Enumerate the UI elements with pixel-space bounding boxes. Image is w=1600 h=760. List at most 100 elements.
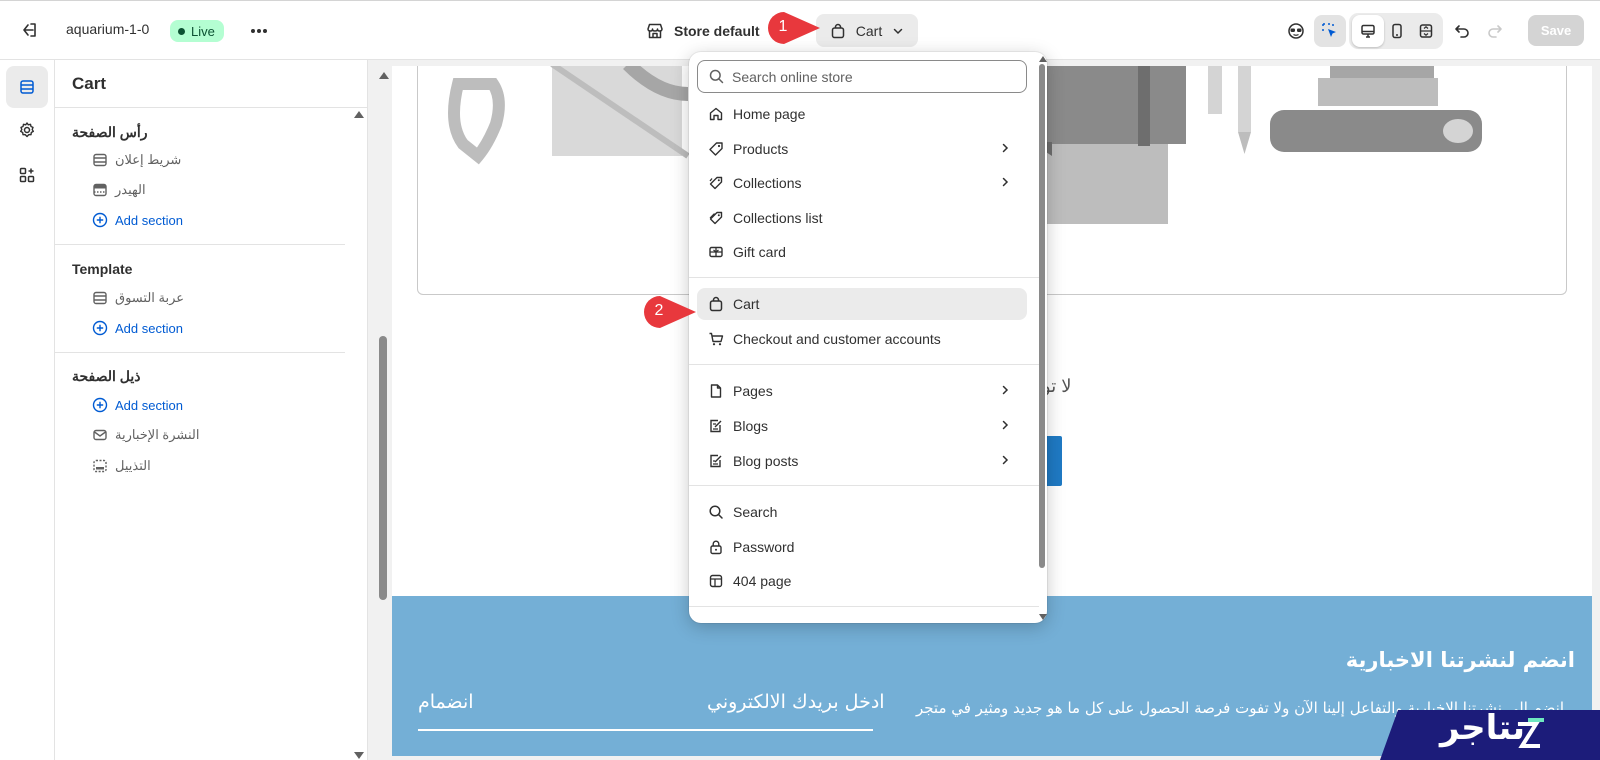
cart-bag-icon [708,296,724,312]
menu-item-label: 404 page [733,573,792,589]
menu-item-checkout[interactable]: Checkout and customer accounts [697,323,1027,355]
menu-item-label: Home page [733,106,806,122]
sections-nav-button[interactable] [6,66,48,108]
menu-divider [689,485,1039,486]
brand-wordmark: نتاجر [1440,708,1526,748]
preview-scrollbar-thumb[interactable] [379,336,387,600]
dropdown-scrollbar-thumb[interactable] [1039,64,1045,568]
blog-icon [708,418,724,434]
menu-item-home-page[interactable]: Home page [697,98,1027,130]
fullscreen-view-button[interactable] [1410,15,1442,47]
add-section-button-footer[interactable]: Add section [92,397,183,413]
sections-icon [18,78,36,96]
expand-icon [1418,23,1434,39]
newsletter-input-underline [418,729,873,731]
save-button[interactable]: Save [1528,15,1584,46]
section-icon [92,290,108,306]
section-item-footer[interactable]: التذييل [92,458,151,474]
menu-item-label: Blogs [733,418,769,434]
add-section-button-template[interactable]: Add section [92,320,183,336]
chevron-right-icon [999,384,1011,396]
undo-button[interactable] [1446,15,1478,47]
redo-icon [1487,23,1503,39]
collection-list-icon [708,210,724,226]
accessibility-preview-button[interactable] [1280,15,1312,47]
blog-post-icon [708,453,724,469]
menu-item-search[interactable]: Search [697,496,1027,528]
group-title-header[interactable]: رأس الصفحة [72,124,148,141]
desktop-view-button[interactable] [1352,15,1384,47]
group-title-template[interactable]: Template [72,261,132,277]
mobile-view-button[interactable] [1381,15,1413,47]
section-item-header[interactable]: الهيدر [92,182,146,198]
more-actions-button[interactable] [244,16,274,46]
live-status-badge: Live [170,20,224,42]
theme-settings-nav-button[interactable] [6,109,48,151]
cursor-select-icon [1321,22,1339,40]
menu-item-label: Products [733,141,789,157]
menu-item-password[interactable]: Password [697,531,1027,563]
section-item-announcement-bar[interactable]: شريط إعلان [92,152,181,168]
editor-nav-rail [0,60,55,760]
theme-selector[interactable]: Store default [646,17,760,45]
inspector-select-button[interactable] [1314,15,1346,47]
menu-item-cart[interactable]: Cart [697,288,1027,320]
panel-scroll-up-arrow[interactable] [354,111,364,118]
collection-icon [708,175,724,191]
search-placeholder: Search online store [732,68,853,85]
gift-card-icon [708,244,724,260]
add-section-label: Add section [115,397,183,413]
footer-icon [92,458,108,474]
divider [55,244,345,245]
menu-item-blog-posts[interactable]: Blog posts [697,445,1027,477]
menu-item-collections[interactable]: Collections [697,167,1027,199]
newsletter-email-field[interactable]: ادخل بريدك الالكتروني [707,691,885,713]
menu-item-label: Search [733,504,778,520]
apps-icon [18,166,36,184]
redo-button[interactable] [1479,15,1511,47]
checkout-cart-icon [708,331,724,347]
step-marker-2-label: 2 [654,302,664,319]
newsletter-join-button[interactable]: انضمام [418,691,474,713]
tag-icon [708,141,724,157]
add-section-button-header[interactable]: Add section [92,212,183,228]
group-title-footer[interactable]: ذيل الصفحة [72,368,141,385]
gear-icon [18,121,36,139]
section-label: شريط إعلان [115,152,182,167]
menu-item-products[interactable]: Products [697,133,1027,165]
panel-scroll-down-arrow[interactable] [354,752,364,759]
menu-item-gift-card[interactable]: Gift card [697,236,1027,268]
section-item-newsletter[interactable]: النشرة الإخبارية [92,427,200,443]
section-label: عربة التسوق [115,290,185,305]
page-404-icon [708,573,724,589]
dropdown-scroll-down-arrow[interactable] [1039,614,1047,620]
dropdown-scroll-up-arrow[interactable] [1039,56,1047,62]
menu-divider [689,364,1039,365]
menu-item-label: Collections list [733,210,823,226]
glasses-face-icon [1287,22,1305,40]
section-label: النشرة الإخبارية [115,427,200,442]
more-dots-icon [250,28,268,34]
exit-editor-button[interactable] [14,15,44,45]
menu-item-label: Checkout and customer accounts [733,331,941,347]
menu-item-blogs[interactable]: Blogs [697,410,1027,442]
newsletter-heading: انضم لنشرتنا الاخبارية [1345,648,1575,672]
preview-scroll-up-arrow[interactable] [379,72,389,79]
menu-item-404-page[interactable]: 404 page [697,565,1027,597]
section-icon [92,152,108,168]
mobile-icon [1389,23,1405,39]
theme-name-label: Store default [674,23,760,39]
panel-title: Cart [72,74,107,93]
app-embeds-nav-button[interactable] [6,154,48,196]
menu-item-pages[interactable]: Pages [697,375,1027,407]
add-section-label: Add section [115,212,183,228]
menu-divider [689,277,1039,278]
page-template-selector[interactable]: Cart [816,14,918,47]
exit-icon [20,21,38,39]
menu-item-label: Password [733,539,795,555]
search-store-input[interactable]: Search online store [697,60,1027,93]
section-item-cart[interactable]: عربة التسوق [92,290,184,306]
header-icon [92,182,108,198]
menu-item-collections-list[interactable]: Collections list [697,202,1027,234]
chevron-right-icon [999,419,1011,431]
